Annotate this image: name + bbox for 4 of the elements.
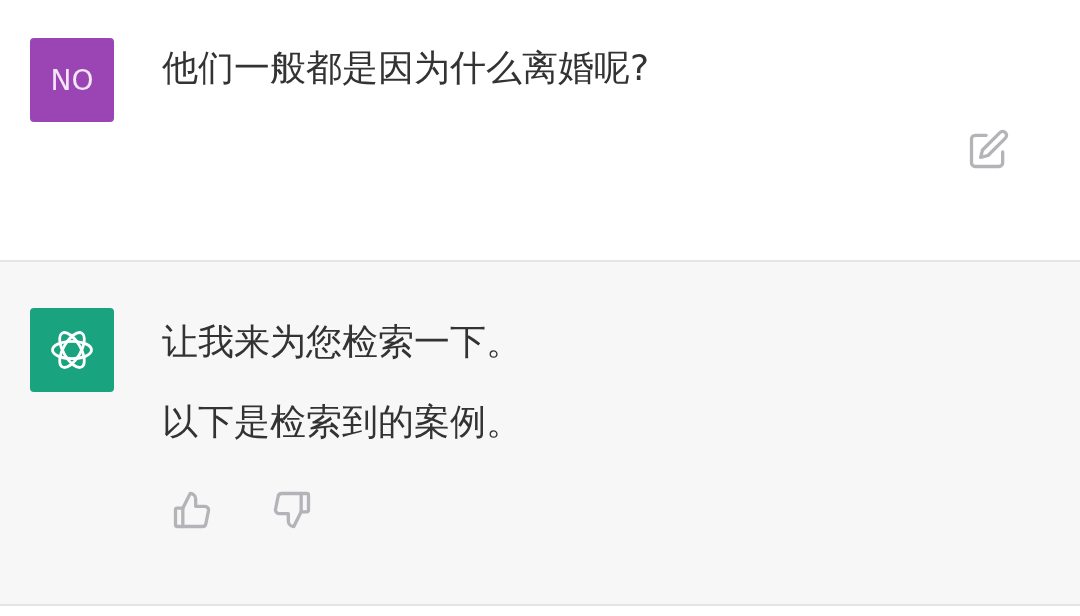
message-text: 他们一般都是因为什么离婚呢?: [162, 46, 651, 90]
message-text: 让我来为您检索一下。: [162, 320, 523, 364]
message-text: 以下是检索到的案例。: [162, 400, 523, 444]
user-avatar: NO: [30, 38, 114, 122]
